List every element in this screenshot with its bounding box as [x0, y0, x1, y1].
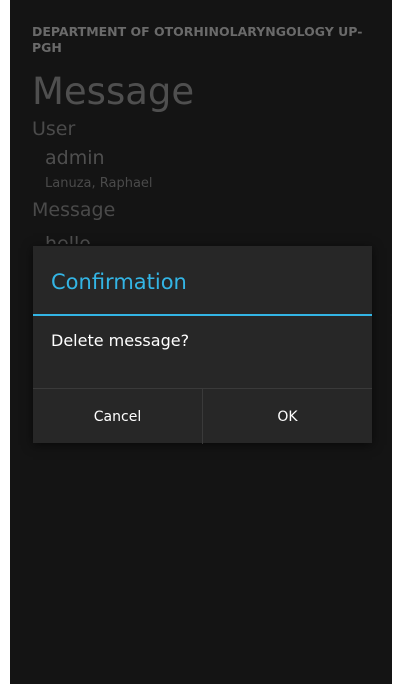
- user-login: admin: [45, 147, 105, 169]
- message-preview: hello: [45, 233, 91, 244]
- dialog-title: Confirmation: [51, 270, 187, 294]
- confirmation-dialog: Confirmation Delete message? Cancel OK: [33, 246, 372, 444]
- cancel-button[interactable]: Cancel: [33, 389, 202, 444]
- dialog-title-divider: [33, 314, 372, 316]
- user-fullname: Lanuza, Raphael: [45, 176, 153, 191]
- page-title: Message: [32, 70, 195, 113]
- message-label: Message: [32, 199, 116, 221]
- dialog-button-bar: Cancel OK: [33, 388, 372, 444]
- department-header: DEPARTMENT OF OTORHINOLARYNGOLOGY UP-PGH: [32, 24, 363, 55]
- dialog-message: Delete message?: [51, 331, 190, 350]
- ok-button[interactable]: OK: [203, 389, 372, 444]
- left-margin: [0, 0, 10, 684]
- app-screen: DEPARTMENT OF OTORHINOLARYNGOLOGY UP-PGH…: [12, 0, 392, 684]
- user-label: User: [32, 118, 76, 140]
